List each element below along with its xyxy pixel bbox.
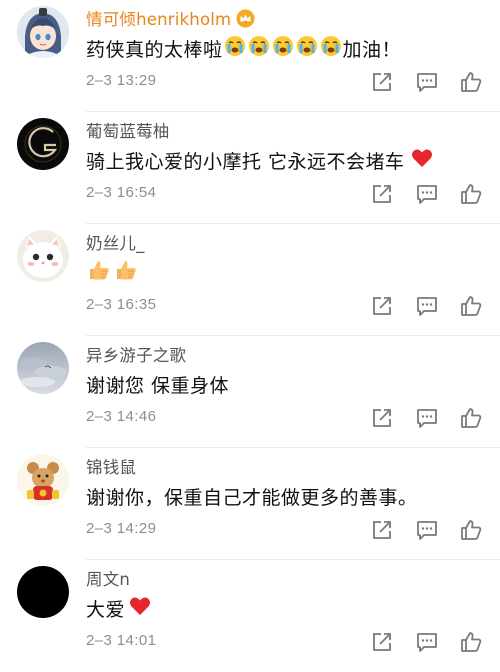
comment-meta: 2–3 16:54 bbox=[0, 182, 500, 206]
crown-badge-icon bbox=[236, 8, 255, 28]
thumbs-up-like-icon[interactable] bbox=[459, 182, 483, 206]
thumbs-up-like-icon[interactable] bbox=[459, 630, 483, 654]
comment-text-part: 骑上我心爱的小摩托 它永远不会堵车 bbox=[86, 150, 405, 173]
thumbs-up-emoji bbox=[114, 258, 138, 287]
share-icon[interactable] bbox=[370, 70, 394, 94]
thumbs-up-like-icon[interactable] bbox=[459, 406, 483, 430]
comment-item: 情可倾henrikholm 药侠真的太棒啦 加油！ 2–3 13:29 bbox=[0, 0, 500, 112]
commenter-name[interactable]: 奶丝儿_ bbox=[86, 230, 145, 254]
comment-text: 谢谢您 保重身体 bbox=[86, 370, 229, 398]
comment-text: 药侠真的太棒啦 加油！ bbox=[86, 34, 401, 62]
commenter-name[interactable]: 葡萄蓝莓柚 bbox=[86, 118, 170, 142]
crying-face-emoji bbox=[224, 35, 246, 62]
red-heart-emoji bbox=[411, 148, 433, 173]
thumbs-up-like-icon[interactable] bbox=[459, 294, 483, 318]
comment-item: 奶丝儿_ 2–3 16:35 bbox=[0, 224, 500, 336]
crying-face-emoji bbox=[320, 35, 342, 62]
timestamp: 2–3 14:29 bbox=[86, 520, 157, 537]
commenter-name[interactable]: 锦钱鼠 bbox=[86, 454, 136, 478]
commenter-name[interactable]: 异乡游子之歌 bbox=[86, 342, 186, 366]
share-icon[interactable] bbox=[370, 406, 394, 430]
crying-face-emoji bbox=[272, 35, 294, 62]
timestamp: 2–3 16:54 bbox=[86, 184, 157, 201]
comment-icon[interactable] bbox=[415, 294, 439, 318]
white-cat-avatar[interactable] bbox=[17, 230, 69, 282]
comment-item: 锦钱鼠 谢谢你，保重自己才能做更多的善事。 2–3 14:29 bbox=[0, 448, 500, 560]
thumbs-up-emoji bbox=[87, 258, 111, 287]
comment-item: 周文n 大爱 2–3 14:01 bbox=[0, 560, 500, 672]
share-icon[interactable] bbox=[370, 630, 394, 654]
thumbs-up-like-icon[interactable] bbox=[459, 70, 483, 94]
share-icon[interactable] bbox=[370, 294, 394, 318]
commenter-name[interactable]: 情可倾henrikholm bbox=[86, 6, 231, 30]
comment-icon[interactable] bbox=[415, 630, 439, 654]
red-heart-emoji bbox=[129, 596, 151, 621]
comment-meta: 2–3 16:35 bbox=[0, 294, 500, 318]
comment-text: 大爱 bbox=[86, 594, 152, 622]
comment-meta: 2–3 13:29 bbox=[0, 70, 500, 94]
dark-circle-logo-avatar[interactable] bbox=[17, 118, 69, 170]
comment-text: 骑上我心爱的小摩托 它永远不会堵车 bbox=[86, 146, 434, 174]
comment-meta: 2–3 14:01 bbox=[0, 630, 500, 654]
lucky-mouse-avatar[interactable] bbox=[17, 454, 69, 506]
comment-icon[interactable] bbox=[415, 406, 439, 430]
share-icon[interactable] bbox=[370, 182, 394, 206]
comment-icon[interactable] bbox=[415, 182, 439, 206]
comment-text-part: 药侠真的太棒啦 bbox=[86, 38, 223, 61]
comment-meta: 2–3 14:46 bbox=[0, 406, 500, 430]
comment-item: 葡萄蓝莓柚 骑上我心爱的小摩托 它永远不会堵车 2–3 16:54 bbox=[0, 112, 500, 224]
commenter-name[interactable]: 周文n bbox=[86, 566, 130, 590]
crying-face-emoji bbox=[248, 35, 270, 62]
comment-text-part: 谢谢你，保重自己才能做更多的善事。 bbox=[86, 486, 418, 509]
cloudy-sky-avatar[interactable] bbox=[17, 342, 69, 394]
thumbs-up-like-icon[interactable] bbox=[459, 518, 483, 542]
comment-meta: 2–3 14:29 bbox=[0, 518, 500, 542]
comment-text-part: 大爱 bbox=[86, 598, 126, 621]
comment-icon[interactable] bbox=[415, 518, 439, 542]
comment-text-part: 谢谢您 保重身体 bbox=[86, 374, 230, 397]
comment-text bbox=[86, 258, 139, 286]
timestamp: 2–3 16:35 bbox=[86, 296, 157, 313]
comment-icon[interactable] bbox=[415, 70, 439, 94]
black-circle-avatar[interactable] bbox=[17, 566, 69, 618]
comment-item: 异乡游子之歌 谢谢您 保重身体 2–3 14:46 bbox=[0, 336, 500, 448]
crying-face-emoji bbox=[296, 35, 318, 62]
comment-text-suffix: 加油！ bbox=[342, 38, 402, 61]
timestamp: 2–3 13:29 bbox=[86, 72, 157, 89]
comment-text: 谢谢你，保重自己才能做更多的善事。 bbox=[86, 482, 418, 510]
timestamp: 2–3 14:46 bbox=[86, 408, 157, 425]
anime-character-avatar[interactable] bbox=[17, 6, 69, 58]
timestamp: 2–3 14:01 bbox=[86, 632, 157, 649]
share-icon[interactable] bbox=[370, 518, 394, 542]
